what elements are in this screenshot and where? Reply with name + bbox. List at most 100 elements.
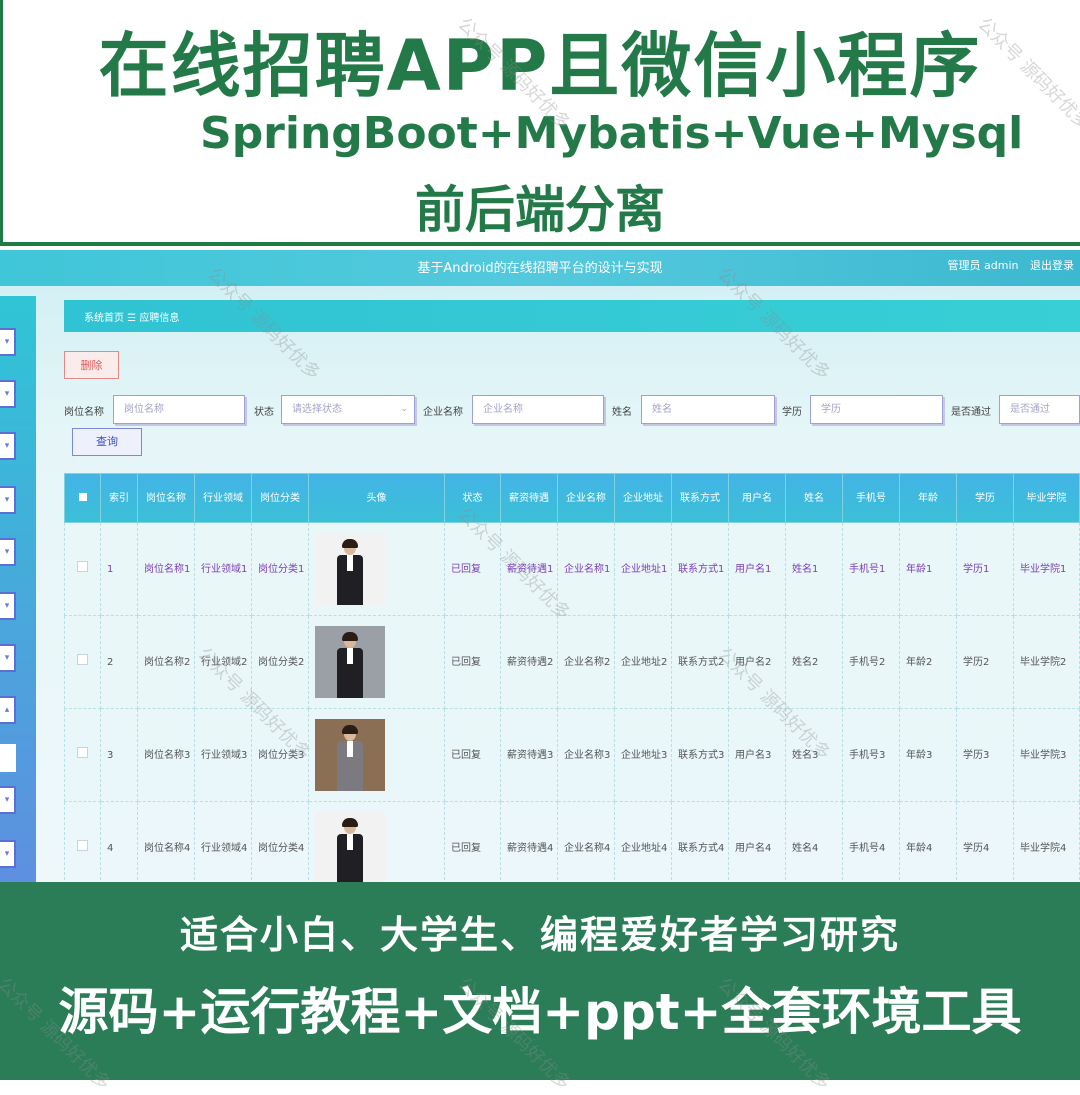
cell-address: 企业地址4	[614, 801, 672, 882]
column-header[interactable]: 用户名	[728, 473, 786, 523]
passed-input[interactable]: 是否通过	[999, 395, 1080, 424]
sidebar-menu-item[interactable]: ▴	[0, 696, 16, 724]
column-header[interactable]: 联系方式	[671, 473, 729, 523]
cell-company: 企业名称1	[557, 522, 615, 616]
name-input[interactable]: 姓名	[641, 395, 775, 424]
sidebar-menu-item[interactable]: ▾	[0, 592, 16, 620]
column-header[interactable]: 企业地址	[614, 473, 672, 523]
avatar[interactable]	[315, 533, 385, 605]
cell-industry: 行业领域2	[194, 615, 252, 709]
breadcrumb-text: 系统首页 ☰ 应聘信息	[84, 313, 180, 324]
table-row[interactable]: 3 岗位名称3 行业领域3 岗位分类3 已回复 薪资待遇3 企业名称3 企业地址…	[64, 708, 1080, 802]
cell-name: 姓名1	[785, 522, 843, 616]
breadcrumb: 系统首页 ☰ 应聘信息	[64, 300, 1080, 332]
column-header[interactable]: 年龄	[899, 473, 957, 523]
cell-job-name: 岗位名称2	[137, 615, 195, 709]
cell-job-name: 岗位名称1	[137, 522, 195, 616]
cell-avatar	[308, 708, 445, 802]
filter-label-company: 企业名称	[423, 407, 463, 418]
cell-phone: 手机号4	[842, 801, 900, 882]
filter-label-education: 学历	[782, 407, 802, 418]
sidebar-menu-item[interactable]: ▾	[0, 486, 16, 514]
delete-button[interactable]: 删除	[64, 351, 119, 379]
cell-salary: 薪资待遇3	[500, 708, 558, 802]
cell-education: 学历2	[956, 615, 1014, 709]
app-title: 基于Android的在线招聘平台的设计与实现	[417, 261, 663, 276]
cell-industry: 行业领域1	[194, 522, 252, 616]
column-header[interactable]: 姓名	[785, 473, 843, 523]
sidebar-menu-item[interactable]: ▾	[0, 328, 16, 356]
banner-subtitle: 前后端分离	[415, 181, 665, 239]
filter-label-name: 姓名	[612, 407, 632, 418]
cell-status: 已回复	[444, 522, 501, 616]
cell-avatar	[308, 615, 445, 709]
avatar[interactable]	[315, 626, 385, 698]
row-checkbox[interactable]	[64, 615, 101, 709]
sidebar-menu-item[interactable]: ▾	[0, 538, 16, 566]
cell-salary: 薪资待遇4	[500, 801, 558, 882]
chevron-down-icon: ▾	[4, 495, 10, 505]
column-header[interactable]: 岗位名称	[137, 473, 195, 523]
column-header[interactable]: 学历	[956, 473, 1014, 523]
select-all-checkbox[interactable]	[64, 473, 101, 523]
cell-address: 企业地址2	[614, 615, 672, 709]
status-select[interactable]: 请选择状态 ⌄	[281, 395, 415, 424]
logout-link[interactable]: 退出登录	[1030, 259, 1074, 272]
cell-industry: 行业领域3	[194, 708, 252, 802]
cell-job-name: 岗位名称4	[137, 801, 195, 882]
column-header[interactable]: 头像	[308, 473, 445, 523]
education-input[interactable]: 学历	[810, 395, 943, 424]
query-button[interactable]: 查询	[72, 428, 142, 456]
cell-address: 企业地址3	[614, 708, 672, 802]
cell-age: 年龄2	[899, 615, 957, 709]
chevron-up-icon: ▴	[4, 705, 10, 715]
column-header[interactable]: 索引	[100, 473, 138, 523]
row-checkbox[interactable]	[64, 708, 101, 802]
sidebar-menu-item[interactable]: ▾	[0, 840, 16, 868]
cell-phone: 手机号3	[842, 708, 900, 802]
avatar[interactable]	[315, 812, 385, 882]
cell-contact: 联系方式2	[671, 615, 729, 709]
avatar[interactable]	[315, 719, 385, 791]
cell-phone: 手机号2	[842, 615, 900, 709]
cell-status: 已回复	[444, 615, 501, 709]
column-header[interactable]: 企业名称	[557, 473, 615, 523]
column-header[interactable]: 岗位分类	[251, 473, 309, 523]
filter-label-job-name: 岗位名称	[64, 407, 104, 418]
cell-status: 已回复	[444, 708, 501, 802]
admin-app: 基于Android的在线招聘平台的设计与实现 管理员 admin 退出登录 ▾ …	[0, 250, 1080, 882]
cell-age: 年龄4	[899, 801, 957, 882]
column-header[interactable]: 毕业学院	[1013, 473, 1080, 523]
table-row[interactable]: 4 岗位名称4 行业领域4 岗位分类4 已回复 薪资待遇4 企业名称4 企业地址…	[64, 801, 1080, 882]
table-row[interactable]: 1 岗位名称1 行业领域1 岗位分类1 已回复 薪资待遇1 企业名称1 企业地址…	[64, 522, 1080, 616]
column-header[interactable]: 手机号	[842, 473, 900, 523]
cell-company: 企业名称4	[557, 801, 615, 882]
app-header: 基于Android的在线招聘平台的设计与实现 管理员 admin 退出登录	[0, 250, 1080, 286]
column-header[interactable]: 状态	[444, 473, 501, 523]
cell-education: 学历1	[956, 522, 1014, 616]
sidebar-menu-item[interactable]: ▾	[0, 380, 16, 408]
row-checkbox[interactable]	[64, 522, 101, 616]
column-header[interactable]: 薪资待遇	[500, 473, 558, 523]
user-area: 管理员 admin 退出登录	[940, 257, 1074, 273]
cell-avatar	[308, 522, 445, 616]
cell-education: 学历4	[956, 801, 1014, 882]
job-name-input[interactable]: 岗位名称	[113, 395, 245, 424]
sidebar-menu-item[interactable]	[0, 744, 16, 772]
footer-contents: 源码+运行教程+文档+ppt+全套环境工具	[58, 983, 1022, 1041]
cell-contact: 联系方式3	[671, 708, 729, 802]
sidebar-menu-item[interactable]: ▾	[0, 432, 16, 460]
column-header[interactable]: 行业领域	[194, 473, 252, 523]
cell-salary: 薪资待遇1	[500, 522, 558, 616]
chevron-down-icon: ▾	[4, 337, 10, 347]
cell-index: 4	[100, 801, 138, 882]
sidebar-menu-item[interactable]: ▾	[0, 644, 16, 672]
cell-username: 用户名1	[728, 522, 786, 616]
cell-status: 已回复	[444, 801, 501, 882]
company-name-input[interactable]: 企业名称	[472, 395, 604, 424]
cell-college: 毕业学院3	[1013, 708, 1080, 802]
sidebar-menu-item[interactable]: ▾	[0, 786, 16, 814]
row-checkbox[interactable]	[64, 801, 101, 882]
table-row[interactable]: 2 岗位名称2 行业领域2 岗位分类2 已回复 薪资待遇2 企业名称2 企业地址…	[64, 615, 1080, 709]
footer-audience: 适合小白、大学生、编程爱好者学习研究	[179, 913, 900, 957]
